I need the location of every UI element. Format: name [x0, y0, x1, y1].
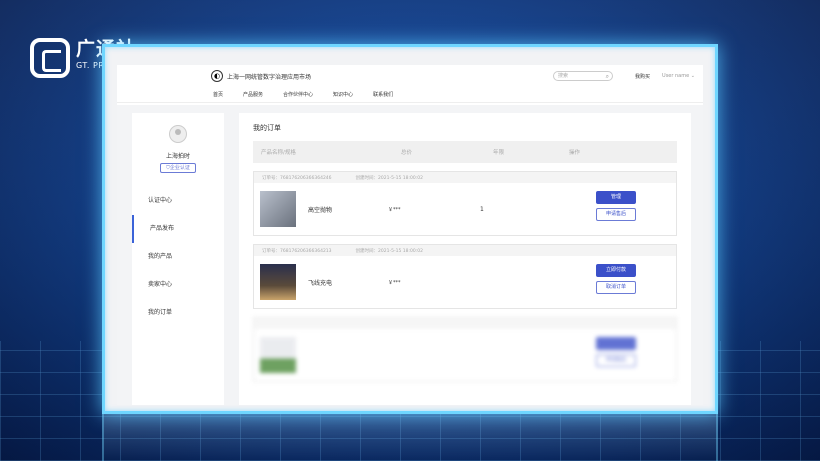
- manage-button[interactable]: 管理: [596, 191, 636, 204]
- order-created: 创建时间：2021-5-15 18:00:02: [355, 175, 423, 181]
- frame-reflection: [102, 414, 718, 461]
- sidebar-item-certification[interactable]: 认证中心: [132, 187, 224, 215]
- nav-item-knowledge[interactable]: 知识中心: [333, 91, 353, 98]
- action-button[interactable]: [596, 337, 636, 350]
- search-icon[interactable]: ⌕: [606, 73, 609, 81]
- search-placeholder: 搜索: [558, 73, 569, 79]
- order-card: 订单号：768176206366364213 创建时间：2021-5-15 18…: [253, 244, 677, 309]
- order-actions: 申请售后: [596, 337, 636, 367]
- username-menu[interactable]: User name ⌄: [662, 73, 695, 79]
- order-row: 申请售后: [254, 329, 676, 381]
- sidebar-item-my-orders[interactable]: 我的订单: [132, 299, 224, 327]
- table-header: 产品名称/规格 总价 年限 操作: [253, 141, 677, 163]
- product-name[interactable]: 高空抛物: [296, 205, 388, 214]
- col-product: 产品名称/规格: [261, 150, 296, 156]
- order-number: 订单号：768176206366364213: [262, 248, 332, 254]
- search-input[interactable]: 搜索 ⌕: [553, 71, 614, 81]
- site-logo-icon[interactable]: ◐: [211, 70, 223, 82]
- col-actions: 操作: [569, 150, 581, 156]
- product-thumbnail[interactable]: [260, 191, 296, 227]
- order-number: 订单号：768176206366364246: [262, 175, 332, 181]
- order-actions: 管理 申请售后: [596, 191, 636, 221]
- nav-item-products[interactable]: 产品服务: [243, 91, 263, 98]
- nav-item-partners[interactable]: 合作伙伴中心: [283, 91, 313, 98]
- gt-logo-icon: [30, 38, 70, 78]
- after-sales-button[interactable]: 申请售后: [596, 208, 636, 221]
- avatar[interactable]: [169, 125, 187, 143]
- app-screen: ◐ 上海一网统管数字治理应用市场 搜索 ⌕ 我购买 User name ⌄ 首页…: [117, 65, 703, 405]
- product-name[interactable]: 飞线充电: [296, 278, 388, 287]
- order-actions: 立即付款 取消订单: [596, 264, 636, 294]
- page-body: 上海拍时 ⛉企业认证 认证中心 产品发布 我的产品 卖家中心 我的订单 我的订单…: [117, 105, 703, 405]
- sidebar: 上海拍时 ⛉企业认证 认证中心 产品发布 我的产品 卖家中心 我的订单: [132, 113, 224, 405]
- top-bar: ◐ 上海一网统管数字治理应用市场 搜索 ⌕ 我购买 User name ⌄: [117, 65, 703, 87]
- order-header: 订单号：768176206366364246 创建时间：2021-5-15 18…: [254, 172, 676, 183]
- sidebar-item-publish[interactable]: 产品发布: [132, 215, 224, 243]
- nav-item-home[interactable]: 首页: [213, 91, 223, 98]
- order-card: 申请售后: [253, 317, 677, 382]
- order-price: ￥***: [388, 206, 401, 213]
- verified-label: 企业认证: [169, 165, 190, 171]
- sidebar-item-seller-center[interactable]: 卖家中心: [132, 271, 224, 299]
- order-card: 订单号：768176206366364246 创建时间：2021-5-15 18…: [253, 171, 677, 236]
- order-price: ￥***: [388, 279, 401, 286]
- site-title[interactable]: 上海一网统管数字治理应用市场: [227, 72, 311, 81]
- pay-now-button[interactable]: 立即付款: [596, 264, 636, 277]
- product-thumbnail[interactable]: [260, 337, 296, 373]
- nav-item-contact[interactable]: 联系我们: [373, 91, 393, 98]
- username-label: User name: [662, 73, 690, 79]
- order-created: 创建时间：2021-5-15 18:00:02: [355, 248, 423, 254]
- order-header: [254, 318, 676, 329]
- purchased-link[interactable]: 我购买: [635, 73, 650, 80]
- product-thumbnail[interactable]: [260, 264, 296, 300]
- order-row: 高空抛物 ￥*** 1 管理 申请售后: [254, 183, 676, 235]
- user-name: 上海拍时: [165, 153, 190, 160]
- sidebar-item-my-products[interactable]: 我的产品: [132, 243, 224, 271]
- cancel-order-button[interactable]: 取消订单: [596, 281, 636, 294]
- order-header: 订单号：768176206366364213 创建时间：2021-5-15 18…: [254, 245, 676, 256]
- monitor-frame: ◐ 上海一网统管数字治理应用市场 搜索 ⌕ 我购买 User name ⌄ 首页…: [102, 44, 718, 414]
- order-row: 飞线充电 ￥*** 立即付款 取消订单: [254, 256, 676, 308]
- order-years: 1: [480, 205, 484, 213]
- sidebar-menu: 认证中心 产品发布 我的产品 卖家中心 我的订单: [132, 187, 224, 327]
- verified-badge: ⛉企业认证: [160, 163, 196, 173]
- main-nav: 首页 产品服务 合作伙伴中心 知识中心 联系我们: [117, 87, 703, 103]
- col-price: 总价: [401, 150, 413, 156]
- after-sales-button[interactable]: 申请售后: [596, 354, 636, 367]
- page-title: 我的订单: [253, 124, 281, 132]
- orders-panel: 我的订单 产品名称/规格 总价 年限 操作 订单号：76817620636636…: [239, 113, 691, 405]
- chevron-down-icon: ⌄: [690, 73, 695, 79]
- col-years: 年限: [493, 150, 505, 156]
